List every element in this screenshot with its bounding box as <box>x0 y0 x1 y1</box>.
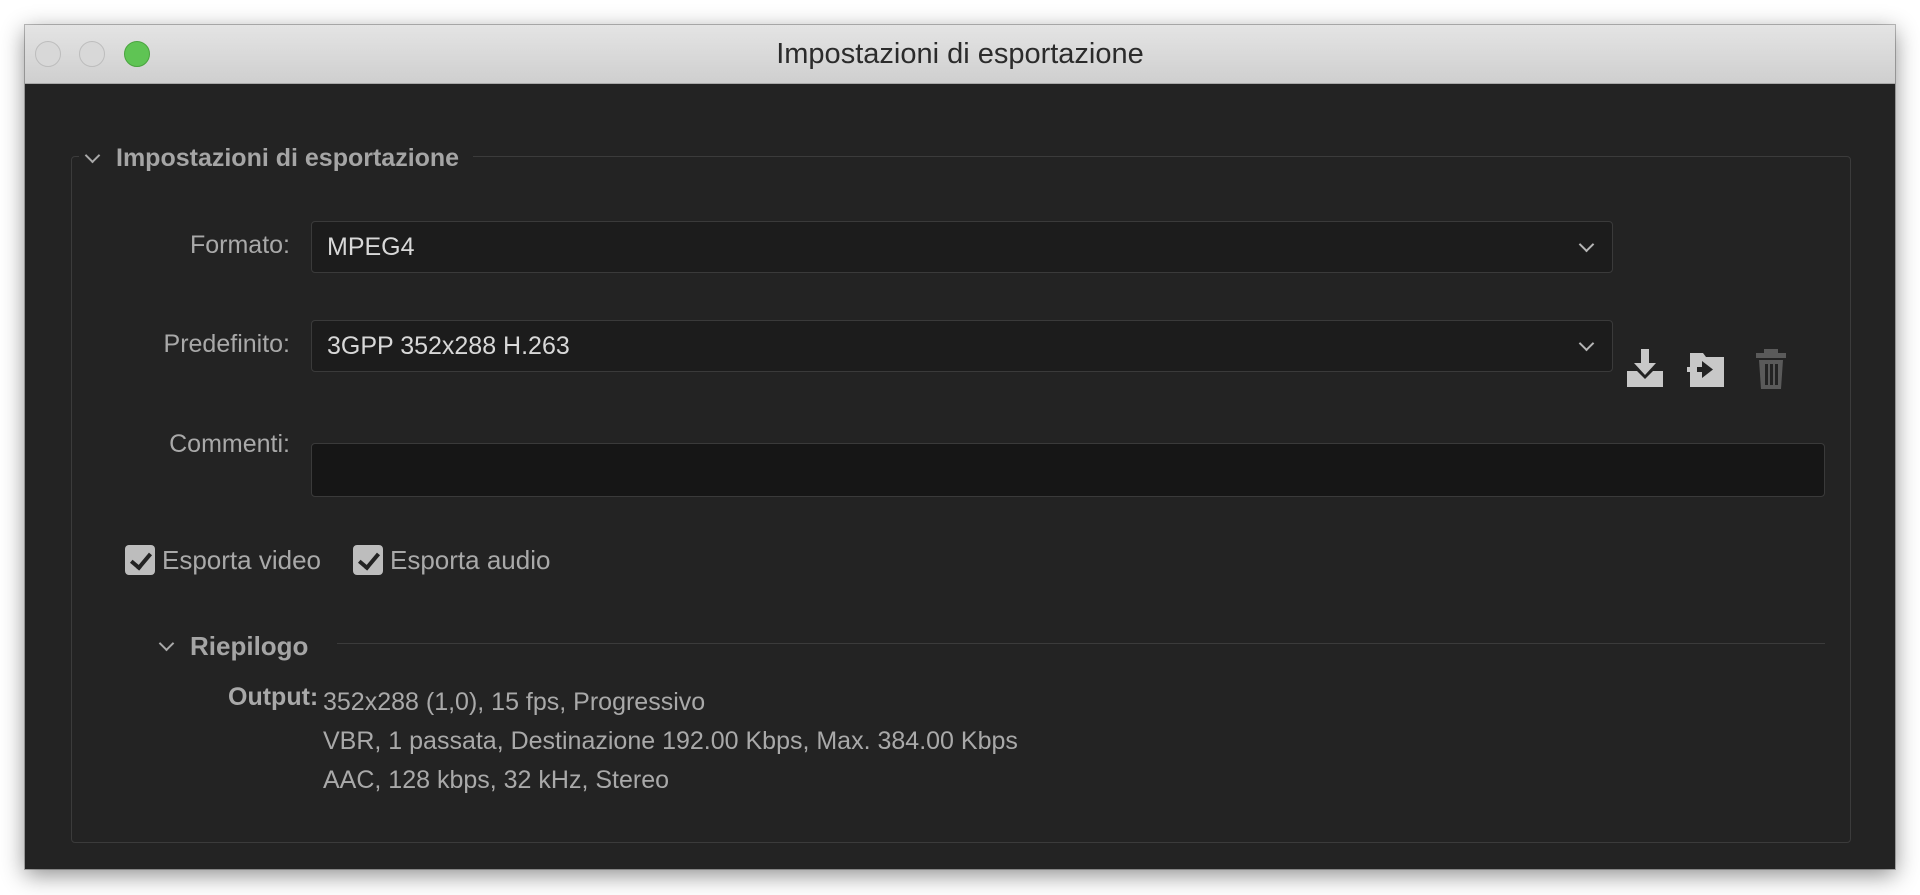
chevron-down-icon <box>158 635 175 651</box>
chevron-down-icon <box>1578 236 1595 252</box>
import-preset-icon[interactable] <box>1687 347 1727 391</box>
delete-preset-icon[interactable] <box>1751 347 1791 391</box>
comments-input[interactable] <box>311 443 1825 497</box>
format-dropdown[interactable]: MPEG4 <box>311 221 1613 273</box>
chevron-down-icon <box>84 147 101 163</box>
export-audio-checkbox-row[interactable]: Esporta audio <box>353 540 550 580</box>
preset-label: Predefinito: <box>163 330 290 358</box>
export-settings-window: Impostazioni di esportazione Impostazion… <box>25 25 1895 869</box>
summary-title: Riepilogo <box>190 630 309 661</box>
output-audio-line: AAC, 128 kbps, 32 kHz, Stereo <box>323 766 670 794</box>
export-settings-section-toggle[interactable]: Impostazioni di esportazione <box>79 141 474 175</box>
export-video-checkbox[interactable] <box>125 545 155 575</box>
format-label: Formato: <box>189 231 290 259</box>
export-audio-checkbox[interactable] <box>353 545 383 575</box>
chevron-down-icon <box>1578 335 1595 351</box>
output-details: 352x288 (1,0), 15 fps, Progressivo VBR, … <box>323 683 1018 800</box>
preset-dropdown[interactable]: 3GPP 352x288 H.263 <box>311 320 1613 372</box>
save-preset-icon[interactable] <box>1625 347 1665 391</box>
summary-section-toggle[interactable]: Riepilogo <box>153 628 308 664</box>
export-settings-section-title: Impostazioni di esportazione <box>116 143 460 172</box>
summary-divider <box>337 643 1825 644</box>
export-video-label: Esporta video <box>162 544 321 575</box>
format-value: MPEG4 <box>327 232 415 261</box>
export-video-checkbox-row[interactable]: Esporta video <box>125 540 321 580</box>
comments-label: Commenti: <box>169 430 290 458</box>
window-title: Impostazioni di esportazione <box>776 38 1144 70</box>
preset-value: 3GPP 352x288 H.263 <box>327 331 570 360</box>
output-bitrate-line: VBR, 1 passata, Destinazione 192.00 Kbps… <box>323 727 1018 755</box>
titlebar: Impostazioni di esportazione <box>25 25 1895 84</box>
export-audio-label: Esporta audio <box>390 544 551 575</box>
output-label: Output: <box>228 683 319 711</box>
output-video-line: 352x288 (1,0), 15 fps, Progressivo <box>323 688 706 716</box>
